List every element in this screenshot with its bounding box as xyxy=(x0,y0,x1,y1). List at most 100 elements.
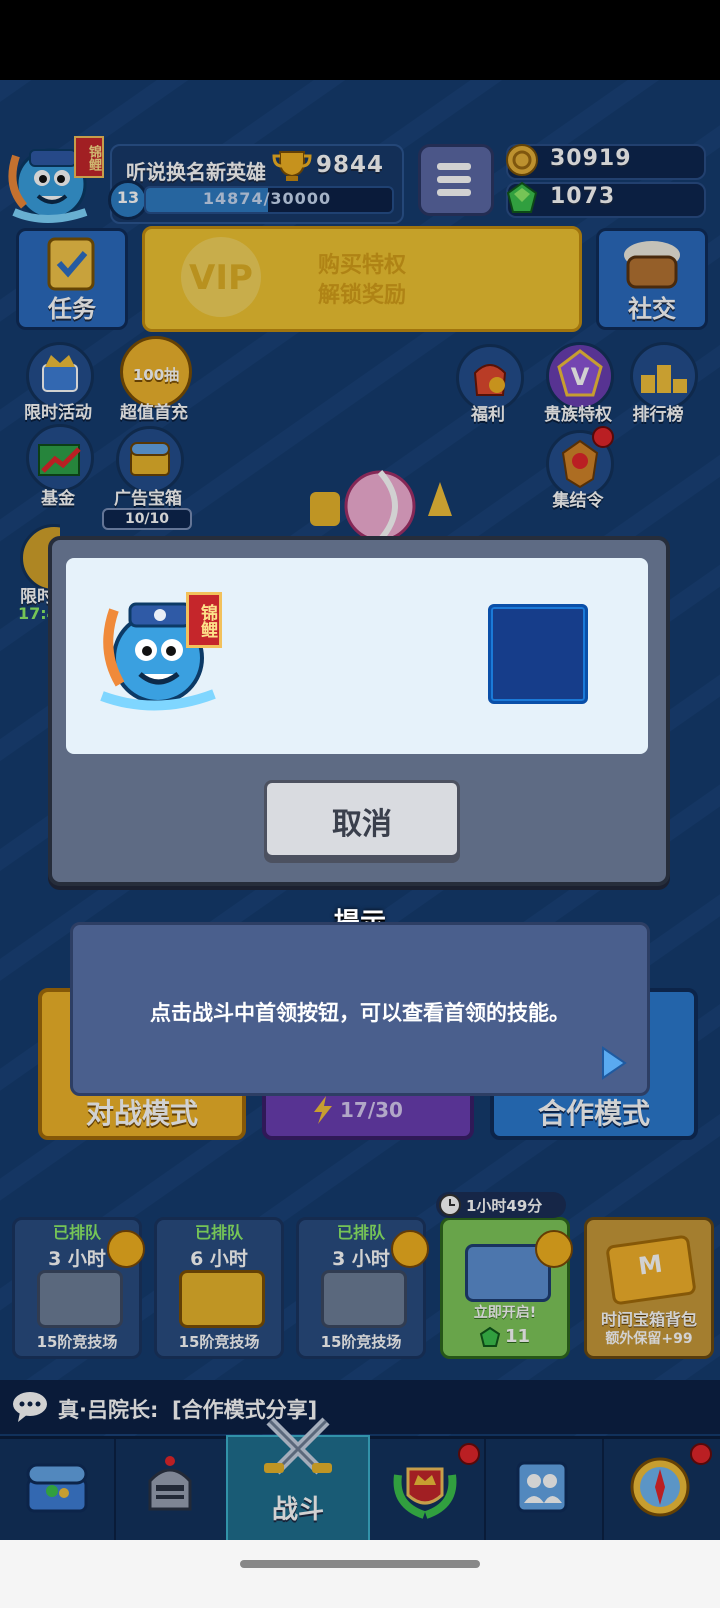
candy-decoration-icon xyxy=(310,470,452,542)
selection-dialog: 锦鲤 取消 xyxy=(48,536,670,886)
chest-2-time: 6 小时 xyxy=(190,1248,248,1270)
player-name: 听说换名新英雄 xyxy=(126,160,266,184)
silver-chest-icon xyxy=(321,1270,407,1328)
chest-1-arena: 15阶竞技场 xyxy=(36,1333,118,1351)
lightning-icon xyxy=(314,1096,332,1124)
welfare-button[interactable]: 福利 xyxy=(440,344,536,425)
dialog-empty-slot[interactable] xyxy=(488,604,588,704)
tasks-button[interactable]: 任务 xyxy=(16,228,128,330)
backpack-sub: 额外保留+99 xyxy=(605,1331,693,1347)
tv-ad-icon[interactable] xyxy=(391,1230,429,1268)
play-triangle-icon[interactable] xyxy=(599,1045,629,1081)
chest-slot-4[interactable]: 立即开启! 11 xyxy=(440,1217,573,1359)
welfare-label: 福利 xyxy=(471,405,505,425)
device-status-bar xyxy=(0,0,720,80)
chest-4-open: 立即开启! xyxy=(473,1305,537,1321)
fund-button[interactable]: 基金 xyxy=(10,424,106,509)
chest-4-timer: 1小时49分 xyxy=(466,1197,543,1215)
tip-text: 点击战斗中首领按钮，可以查看首领的技能。 xyxy=(150,1001,570,1025)
avatar-badge: 锦鲤 xyxy=(74,136,104,178)
nav-tab-heroes[interactable] xyxy=(114,1439,228,1543)
chat-bar[interactable]: 真·吕院长: [合作模式分享] xyxy=(0,1380,720,1434)
tv-ad-icon[interactable] xyxy=(107,1230,145,1268)
fund-label: 基金 xyxy=(41,489,75,509)
green-gem-icon xyxy=(506,181,538,213)
coupon-badge: 100抽 xyxy=(132,366,180,384)
first-recharge-button[interactable]: 100抽 超值首充 xyxy=(104,336,200,423)
chest-2-arena: 15阶竞技场 xyxy=(178,1333,260,1351)
player-level: 13 xyxy=(116,188,140,207)
hamburger-icon xyxy=(437,163,471,196)
limited-event-label: 限时活动 xyxy=(24,403,92,423)
vip-line2: 解锁奖励 xyxy=(317,283,406,308)
friends-card-icon xyxy=(516,1461,568,1513)
cancel-button-label: 取消 xyxy=(332,807,392,842)
crossed-swords-icon xyxy=(264,1417,332,1475)
chest-slot-2[interactable]: 已排队 6 小时 15阶竞技场 xyxy=(154,1217,284,1359)
checklist-icon xyxy=(47,237,95,291)
chat-sender: 真·吕院长: xyxy=(58,1398,159,1422)
coop-mode-label: 合作模式 xyxy=(537,1097,650,1130)
chest-backpack[interactable]: M 时间宝箱背包 额外保留+99 xyxy=(584,1217,714,1359)
nav-battle-label: 战斗 xyxy=(271,1495,324,1525)
treasure-chest-icon xyxy=(26,1463,88,1513)
gold-amount: 30919 xyxy=(550,146,632,171)
backpack-title: 时间宝箱背包 xyxy=(600,1310,697,1329)
nav-tab-clan[interactable] xyxy=(366,1439,486,1543)
trophy-count: 9844 xyxy=(316,152,385,178)
trophy-icon xyxy=(272,151,312,181)
rally-button[interactable]: 集结令 xyxy=(530,426,626,511)
chest-2-status: 已排队 xyxy=(194,1223,243,1242)
nav-tab-explore[interactable] xyxy=(602,1439,720,1543)
social-button[interactable]: 社交 xyxy=(596,228,708,330)
chest-4-cost: 11 xyxy=(505,1326,531,1347)
limited-event-button[interactable]: 限时活动 xyxy=(10,342,106,423)
nav-tab-friends[interactable] xyxy=(484,1439,604,1543)
leaderboard-button[interactable]: 排行榜 xyxy=(616,342,712,425)
cancel-button[interactable]: 取消 xyxy=(264,780,460,858)
knight-helmet-icon xyxy=(148,1456,192,1511)
rally-notification-dot xyxy=(592,426,614,448)
gold-coin-icon xyxy=(506,144,538,176)
vip-line1: 购买特权 xyxy=(317,253,406,278)
chest-slot-3[interactable]: 已排队 3 小时 15阶竞技场 xyxy=(296,1217,429,1359)
pvp-mode-label: 对战模式 xyxy=(85,1097,198,1130)
gem-amount: 1073 xyxy=(550,184,616,209)
card-letter: M xyxy=(636,1249,665,1281)
nav-tab-shop[interactable] xyxy=(0,1439,116,1543)
player-avatar[interactable]: 锦鲤 xyxy=(6,136,106,226)
gold-chest-icon xyxy=(179,1270,265,1328)
svg-text:V: V xyxy=(571,363,590,391)
rally-label: 集结令 xyxy=(552,491,604,511)
tip-box[interactable]: 点击战斗中首领按钮，可以查看首领的技能。 xyxy=(70,922,650,1096)
tv-ad-icon[interactable] xyxy=(535,1230,573,1268)
compass-icon xyxy=(630,1457,690,1517)
clan-notification-dot xyxy=(458,1443,480,1465)
laurel-crest-icon xyxy=(393,1467,457,1519)
explore-notification-dot xyxy=(690,1443,712,1465)
green-gem-icon xyxy=(479,1326,501,1347)
home-indicator-bar xyxy=(0,1540,720,1608)
vip-card-icon: M xyxy=(605,1234,697,1306)
dialog-avatar-badge: 锦鲤 xyxy=(186,592,222,648)
vip-banner-button[interactable]: VIP 购买特权 解锁奖励 xyxy=(142,226,582,332)
nav-tab-battle[interactable]: 战斗 xyxy=(226,1417,370,1547)
energy-count: 17/30 xyxy=(340,1098,403,1122)
ad-chest-count: 10/10 xyxy=(102,508,192,530)
chest-3-arena: 15阶竞技场 xyxy=(320,1333,402,1351)
ad-chest-button[interactable]: 广告宝箱 10/10 xyxy=(100,426,196,530)
chest-slot-1[interactable]: 已排队 3 小时 15阶竞技场 xyxy=(12,1217,145,1359)
home-indicator[interactable] xyxy=(240,1560,480,1568)
main-menu-button[interactable] xyxy=(418,144,494,216)
dialog-avatar[interactable]: 锦鲤 xyxy=(96,590,226,720)
chat-bubble-icon xyxy=(13,1392,47,1422)
chest-4-timer-tag: 1小时49分 xyxy=(436,1192,566,1218)
tasks-label: 任务 xyxy=(48,295,96,323)
leaderboard-label: 排行榜 xyxy=(632,405,684,425)
silver-chest-icon xyxy=(37,1270,123,1328)
xp-text: 14874/30000 xyxy=(202,189,332,208)
fund-chart-icon xyxy=(26,424,94,492)
first-recharge-label: 超值首充 xyxy=(120,403,188,423)
game-screen: 锦鲤 听说换名新英雄 9844 13 14874/30000 30919 107… xyxy=(0,80,720,1608)
social-label: 社交 xyxy=(628,295,676,323)
